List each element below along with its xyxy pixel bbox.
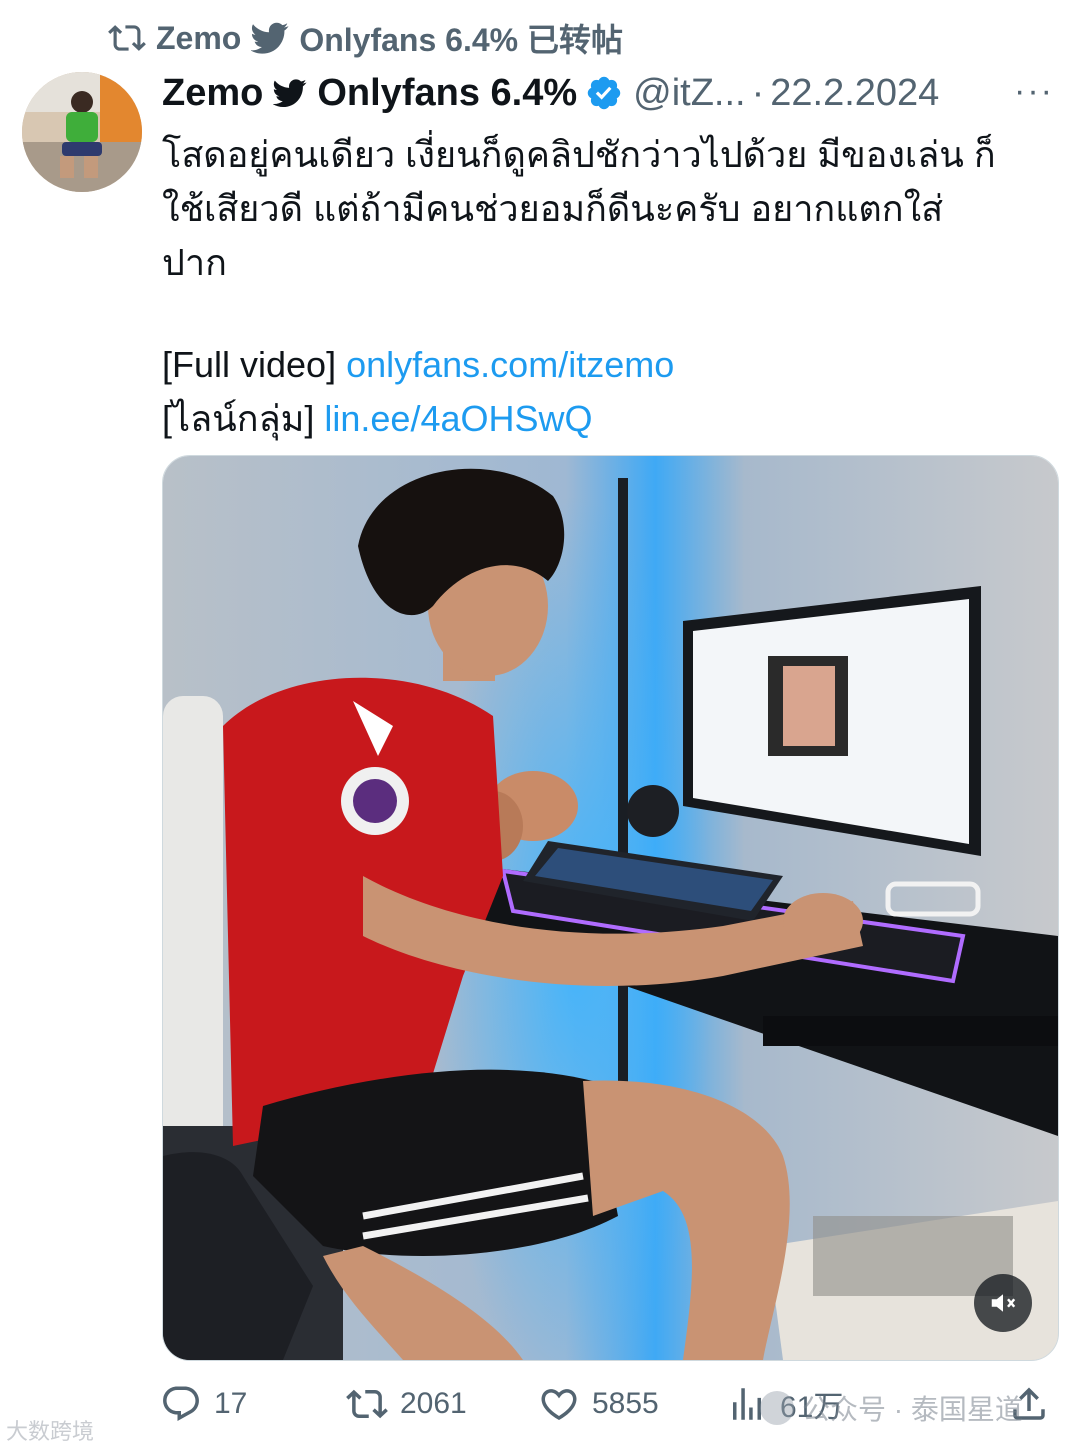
like-button[interactable]: 5855 [538, 1383, 659, 1425]
repost-user-name[interactable]: Zemo [156, 20, 241, 57]
tweet-body: โสดอยู่คนเดียว เงี่ยนก็ดูคลิปชักว่าวไปด้… [162, 128, 1062, 446]
tweet-video[interactable] [162, 455, 1059, 1361]
tweet-date[interactable]: 22.2.2024 [770, 72, 939, 115]
repost-banner: Zemo Onlyfans 6.4% 已转帖 [108, 16, 623, 60]
tweet-line: ปาก [162, 242, 227, 283]
bird-icon [273, 79, 307, 108]
reply-count: 17 [214, 1387, 248, 1420]
repost-icon [346, 1389, 388, 1419]
mute-button[interactable] [974, 1274, 1032, 1332]
mute-icon [991, 1294, 1016, 1312]
full-video-label: [Full video] [162, 344, 337, 385]
author-handle[interactable]: @itZ... [633, 72, 745, 115]
repost-icon [108, 25, 146, 51]
tweet-line: ใช้เสียวดี แต่ถ้ามีคนช่วยอมก็ดีนะครับ อย… [162, 188, 944, 229]
verified-badge-icon [587, 76, 621, 110]
tweet-header: Zemo Onlyfans 6.4% @itZ... · 22.2.2024 ·… [162, 68, 1060, 118]
line-group-label: [ไลน์กลุ่ม] [162, 398, 315, 439]
repost-suffix: Onlyfans 6.4% 已转帖 [299, 22, 623, 58]
reply-icon [163, 1386, 199, 1421]
reply-button[interactable]: 17 [160, 1383, 247, 1425]
line-group-row: [ไลน์กลุ่ม] lin.ee/4aOHSwQ [162, 392, 1062, 446]
like-icon [541, 1389, 577, 1421]
full-video-link[interactable]: onlyfans.com/itzemo [346, 344, 674, 385]
avatar[interactable] [22, 72, 142, 192]
repost-count: 2061 [400, 1387, 467, 1420]
line-group-link[interactable]: lin.ee/4aOHSwQ [324, 398, 592, 439]
watermark-left: 大数跨境 [6, 1419, 95, 1444]
wechat-logo-icon [760, 1391, 794, 1425]
watermark-right: 公众号 · 泰国星道 [760, 1388, 1023, 1428]
like-count: 5855 [592, 1387, 659, 1420]
more-options-button[interactable]: ··· [1014, 68, 1054, 114]
tweet-line: โสดอยู่คนเดียว เงี่ยนก็ดูคลิปชักว่าวไปด้… [162, 134, 996, 175]
video-frame [163, 456, 1058, 1360]
repost-button[interactable]: 2061 [346, 1383, 467, 1425]
author-name[interactable]: Zemo Onlyfans 6.4% [162, 72, 577, 115]
full-video-row: [Full video] onlyfans.com/itzemo [162, 338, 1062, 392]
bird-icon [251, 22, 289, 54]
separator-dot: · [751, 71, 765, 114]
